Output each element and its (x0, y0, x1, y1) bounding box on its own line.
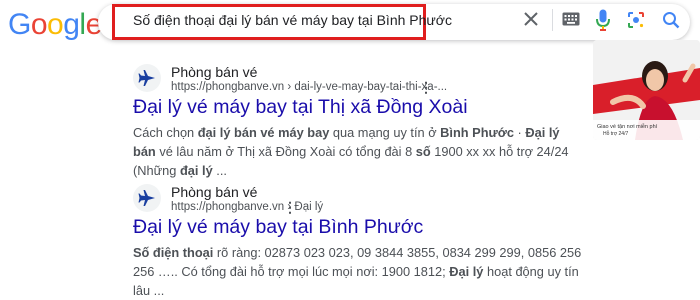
lens-icon[interactable] (627, 11, 645, 29)
snippet-text: Cách chọn (133, 125, 198, 140)
snippet-bold-text: đại lý bán vé máy bay (197, 125, 330, 140)
thumbnail-caption-1: Giao vé tận nơi miễn phí (597, 123, 658, 130)
thumbnail-image: Giao vé tận nơi miễn phí Hỗ trợ 24/7 (593, 40, 700, 140)
snippet-bold-text: số (415, 144, 431, 159)
logo-letter: g (63, 8, 80, 41)
mic-icon[interactable] (596, 9, 610, 31)
more-options-icon[interactable]: ⋮ (419, 79, 433, 96)
snippet-text: vé lâu năm ở Thị xã Đồng Xoài có tổng đà… (155, 144, 416, 159)
logo-letter: G (8, 8, 31, 41)
search-icon[interactable] (662, 11, 680, 29)
site-favicon[interactable] (133, 184, 161, 212)
site-url[interactable]: https://phongbanve.vn › dai-ly-ve-may-ba… (171, 81, 447, 93)
more-options-icon[interactable]: ⋮ (283, 199, 297, 216)
result-thumbnail[interactable]: Giao vé tận nơi miễn phí Hỗ trợ 24/7 (593, 40, 700, 140)
snippet-bold-text: Đại lý (449, 264, 484, 279)
result-snippet: Số điện thoại rõ ràng: 02873 023 023, 09… (133, 243, 583, 300)
airplane-icon (138, 70, 155, 86)
snippet-bold-text: Số điện thoại (133, 245, 214, 260)
google-logo[interactable]: Google (8, 8, 102, 42)
site-name[interactable]: Phòng bán vé (171, 64, 257, 80)
search-input[interactable]: Số điện thoại đại lý bán vé máy bay tại … (133, 12, 452, 28)
snippet-bold-text: Bình Phước (440, 125, 514, 140)
airplane-icon (138, 190, 155, 206)
result-title[interactable]: Đại lý vé máy bay tại Bình Phước (133, 216, 423, 239)
close-icon[interactable] (522, 10, 540, 28)
keyboard-icon[interactable] (562, 12, 580, 26)
search-divider (552, 9, 553, 31)
result-title[interactable]: Đại lý vé máy bay tại Thị xã Đồng Xoài (133, 96, 468, 119)
snippet-text: qua mạng uy tín ở (329, 125, 441, 140)
snippet-bold-text: đại lý (179, 163, 213, 178)
snippet-text: ... (212, 163, 227, 178)
site-favicon[interactable] (133, 64, 161, 92)
result-snippet: Cách chọn đại lý bán vé máy bay qua mạng… (133, 123, 583, 180)
site-url[interactable]: https://phongbanve.vn › Đại lý (171, 201, 323, 213)
logo-letter: o (47, 8, 64, 41)
thumbnail-caption-2: Hỗ trợ 24/7 (603, 130, 628, 137)
site-name[interactable]: Phòng bán vé (171, 184, 257, 200)
logo-letter: o (30, 8, 48, 41)
snippet-text: · (514, 125, 526, 140)
